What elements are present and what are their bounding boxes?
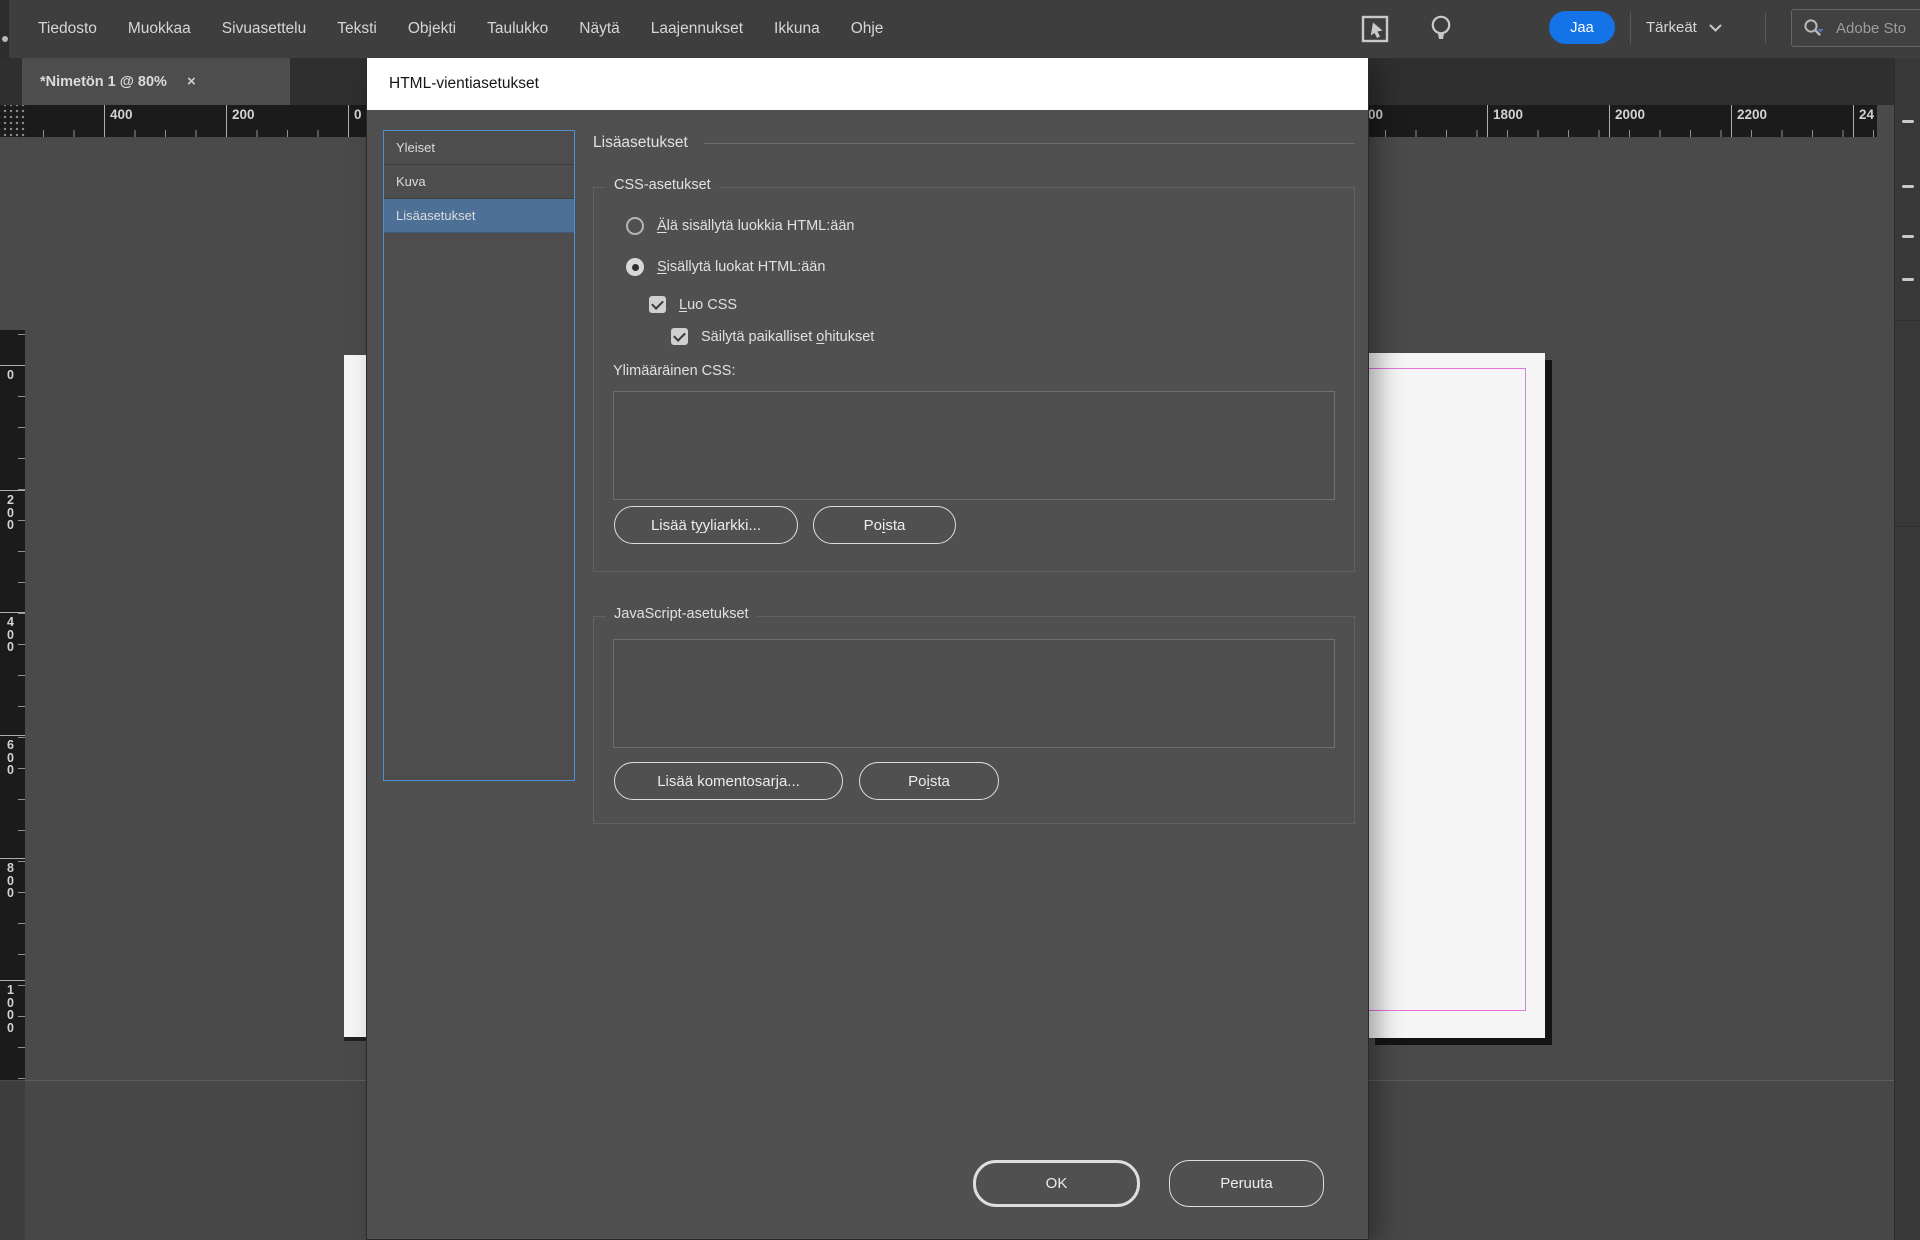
css-group-legend: CSS-asetukset <box>606 177 719 193</box>
radio-exclude-classes[interactable]: Älä sisällytä luokkia HTML:ään <box>626 217 854 235</box>
dialog-title-bar[interactable]: HTML-vientiasetukset <box>367 58 1368 110</box>
menu-taulukko[interactable]: Taulukko <box>487 20 548 38</box>
ruler-mark: 4 0 0 <box>0 612 25 654</box>
ruler-mark: 1800 <box>1487 105 1523 137</box>
add-stylesheet-button[interactable]: Lisää t y yliarkki... <box>614 506 798 544</box>
dock-panel-icon[interactable] <box>1902 185 1914 188</box>
toolbar-separator <box>1630 12 1631 44</box>
add-script-button[interactable]: Lisää komentosar j a... <box>614 762 843 800</box>
search-box[interactable]: Adobe Sto <box>1791 9 1920 47</box>
checkbox-checked-icon[interactable] <box>671 328 688 345</box>
app-icon <box>0 0 9 58</box>
margin-guide-bottom <box>1368 1010 1526 1011</box>
menu-ikkuna[interactable]: Ikkuna <box>774 20 820 38</box>
checkbox-generate-css[interactable]: Luo CSS <box>649 296 737 313</box>
ruler-mark: 6 0 0 <box>0 735 25 777</box>
ruler-mark: 00 <box>1368 107 1384 122</box>
application-window: Tiedosto Muokkaa Sivuasettelu Teksti Obj… <box>0 0 1920 1240</box>
vertical-ruler[interactable]: 0 2 0 0 4 0 0 6 0 0 8 0 0 1 0 0 0 <box>0 330 25 1080</box>
menu-items: Tiedosto Muokkaa Sivuasettelu Teksti Obj… <box>38 0 883 58</box>
section-item-lisaasetukset[interactable]: Lisäasetukset <box>384 199 574 233</box>
section-item-yleiset[interactable]: Yleiset <box>384 131 574 165</box>
dialog-section-list: Yleiset Kuva Lisäasetukset <box>383 130 575 781</box>
remove-stylesheet-button[interactable]: Po i sta <box>813 506 956 544</box>
ruler-mark: 2200 <box>1731 105 1767 137</box>
document-tab[interactable]: *Nimetön 1 @ 80% × <box>22 58 290 105</box>
panel-header-title: Lisäasetukset <box>593 134 688 151</box>
extra-css-label-row: Ylimääräinen CSS: <box>613 363 736 379</box>
radio-include-classes-label: Sisällytä luokat HTML:ään <box>657 259 826 275</box>
dock-divider <box>1895 526 1920 527</box>
ruler-mark: 0 <box>0 365 25 382</box>
checkbox-generate-css-label: Luo CSS <box>679 296 738 313</box>
css-options-group: CSS-asetukset Älä sisällytä luokkia HTML… <box>593 177 1355 572</box>
dock-panel-icon[interactable] <box>1902 120 1914 123</box>
dock-panel-icon[interactable] <box>1902 278 1914 281</box>
document-page-right[interactable] <box>1368 353 1545 1038</box>
ok-button[interactable]: OK <box>973 1160 1140 1207</box>
remove-script-button[interactable]: Po i sta <box>859 762 999 800</box>
js-group-legend: JavaScript-asetukset <box>606 606 757 622</box>
workspace-label: Tärkeät <box>1646 19 1697 36</box>
radio-exclude-classes-label: Älä sisällytä luokkia HTML:ään <box>657 218 855 234</box>
ruler-mark: 1 0 0 0 <box>0 980 25 1034</box>
dock-divider <box>1895 320 1920 321</box>
ruler-mark: 2 0 0 <box>0 490 25 532</box>
menu-objekti[interactable]: Objekti <box>408 20 456 38</box>
section-item-kuva[interactable]: Kuva <box>384 165 574 199</box>
scripts-input[interactable] <box>613 639 1335 748</box>
ruler-mark: 400 <box>104 105 133 137</box>
tab-close-icon[interactable]: × <box>187 73 196 90</box>
menu-ohje[interactable]: Ohje <box>851 20 884 38</box>
ruler-origin-box[interactable] <box>0 105 25 137</box>
menu-bar: Tiedosto Muokkaa Sivuasettelu Teksti Obj… <box>0 0 1920 58</box>
radio-off-icon[interactable] <box>626 217 644 235</box>
ruler-mark: 200 <box>226 105 255 137</box>
workspace-switcher[interactable]: Tärkeät <box>1646 11 1722 44</box>
search-icon <box>1804 19 1824 36</box>
checkbox-checked-icon[interactable] <box>649 296 666 313</box>
search-placeholder: Adobe Sto <box>1836 19 1907 37</box>
checkbox-local-overrides-label: Säilytä paikalliset ohitukset <box>701 328 875 345</box>
menu-laajennukset[interactable]: Laajennukset <box>651 20 743 38</box>
toolbar-separator <box>1765 12 1766 44</box>
ruler-mark: 0 <box>348 105 362 137</box>
touch-workspace-icon[interactable] <box>1358 13 1392 45</box>
ruler-mark: 2000 <box>1609 105 1645 137</box>
share-button-label: Jaa <box>1570 19 1594 36</box>
share-button[interactable]: Jaa <box>1549 11 1615 44</box>
margin-guide-right <box>1525 368 1526 1011</box>
menu-sivuasettelu[interactable]: Sivuasettelu <box>222 20 306 38</box>
document-page-left[interactable] <box>344 355 368 1037</box>
panel-header: Lisäasetukset <box>593 130 1355 156</box>
menu-tiedosto[interactable]: Tiedosto <box>38 20 97 38</box>
menu-nayta[interactable]: Näytä <box>579 20 620 38</box>
chevron-down-icon <box>1709 24 1722 32</box>
dock-panel-icon[interactable] <box>1902 235 1914 238</box>
extra-css-input[interactable] <box>613 391 1335 500</box>
learn-lightbulb-icon[interactable] <box>1424 13 1458 45</box>
radio-include-classes[interactable]: Sisällytä luokat HTML:ään <box>626 258 825 276</box>
panel-dock[interactable] <box>1894 58 1920 1240</box>
menu-muokkaa[interactable]: Muokkaa <box>128 20 191 38</box>
html-export-options-dialog: HTML-vientiasetukset Yleiset Kuva Lisäas… <box>367 58 1368 1239</box>
ruler-mark: 24 <box>1853 105 1874 137</box>
checkbox-local-overrides[interactable]: Säilytä paikalliset ohitukset <box>671 328 874 345</box>
cancel-button[interactable]: Peruuta <box>1169 1160 1324 1207</box>
ruler-mark: 8 0 0 <box>0 858 25 900</box>
document-tab-title: *Nimetön 1 @ 80% <box>40 73 167 90</box>
app-icon-dot <box>2 36 8 42</box>
menu-teksti[interactable]: Teksti <box>337 20 377 38</box>
panel-header-rule <box>703 142 1355 144</box>
javascript-options-group: JavaScript-asetukset Lisää komentosar j a.… <box>593 606 1355 824</box>
dialog-title: HTML-vientiasetukset <box>389 75 539 92</box>
margin-guide-top <box>1368 368 1526 369</box>
extra-css-label: Ylimääräinen CSS: <box>613 363 736 379</box>
pasteboard-lower-left <box>0 1081 25 1240</box>
dialog-content-panel: Lisäasetukset CSS-asetukset Älä sisällyt… <box>593 130 1355 1239</box>
radio-on-icon[interactable] <box>626 258 644 276</box>
